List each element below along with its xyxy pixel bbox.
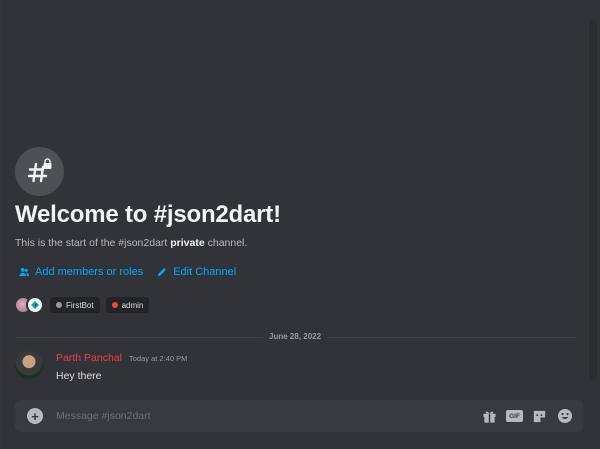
- role-name: FirstBot: [66, 300, 94, 310]
- welcome-title: Welcome to #json2dart!: [15, 201, 281, 228]
- welcome-sub-suffix: channel.: [204, 237, 248, 249]
- gif-label: GIF: [506, 410, 523, 422]
- message-timestamp: Today at 2:40 PM: [129, 354, 188, 363]
- role-name: admin: [121, 300, 144, 310]
- member-list: FirstBot admin: [14, 296, 150, 314]
- welcome-sub-bold: private: [170, 237, 205, 249]
- message-author-avatar[interactable]: [15, 351, 43, 379]
- plus-circle-icon[interactable]: +: [27, 408, 43, 424]
- add-members-label: Add members or roles: [35, 266, 144, 278]
- pencil-icon: [158, 268, 167, 277]
- bot-avatar[interactable]: [26, 296, 44, 314]
- edit-channel-label: Edit Channel: [173, 266, 237, 278]
- edit-channel-button[interactable]: Edit Channel: [157, 266, 236, 278]
- message-author[interactable]: Parth Panchal: [56, 352, 122, 364]
- message-composer: + GIF: [15, 400, 583, 432]
- chat-view: Welcome to #json2dart! This is the start…: [0, 0, 600, 449]
- role-color-dot: [56, 302, 62, 308]
- add-members-button[interactable]: Add members or roles: [19, 266, 143, 278]
- message-text: Hey there: [56, 370, 102, 382]
- welcome-sub-prefix: This is the start of the #json2dart: [15, 237, 171, 249]
- composer-tools: GIF: [481, 408, 573, 425]
- emoji-icon[interactable]: [556, 408, 573, 425]
- gif-icon[interactable]: GIF: [506, 408, 523, 425]
- role-badge-firstbot[interactable]: FirstBot: [50, 297, 100, 313]
- bot-logo-icon: [31, 301, 39, 309]
- message-input[interactable]: [56, 410, 436, 422]
- sticker-icon[interactable]: [531, 408, 548, 425]
- members-icon: [19, 268, 29, 277]
- scrollbar[interactable]: [589, 20, 597, 380]
- hash-lock-icon: [15, 147, 64, 196]
- role-badge-admin[interactable]: admin: [105, 297, 150, 313]
- date-divider-label: June 28, 2022: [263, 332, 328, 341]
- role-color-dot: [111, 302, 118, 308]
- welcome-subtitle: This is the start of the #json2dart priv…: [15, 237, 247, 249]
- gift-icon[interactable]: [481, 408, 498, 425]
- channel-actions: Add members or roles Edit Channel: [19, 266, 236, 278]
